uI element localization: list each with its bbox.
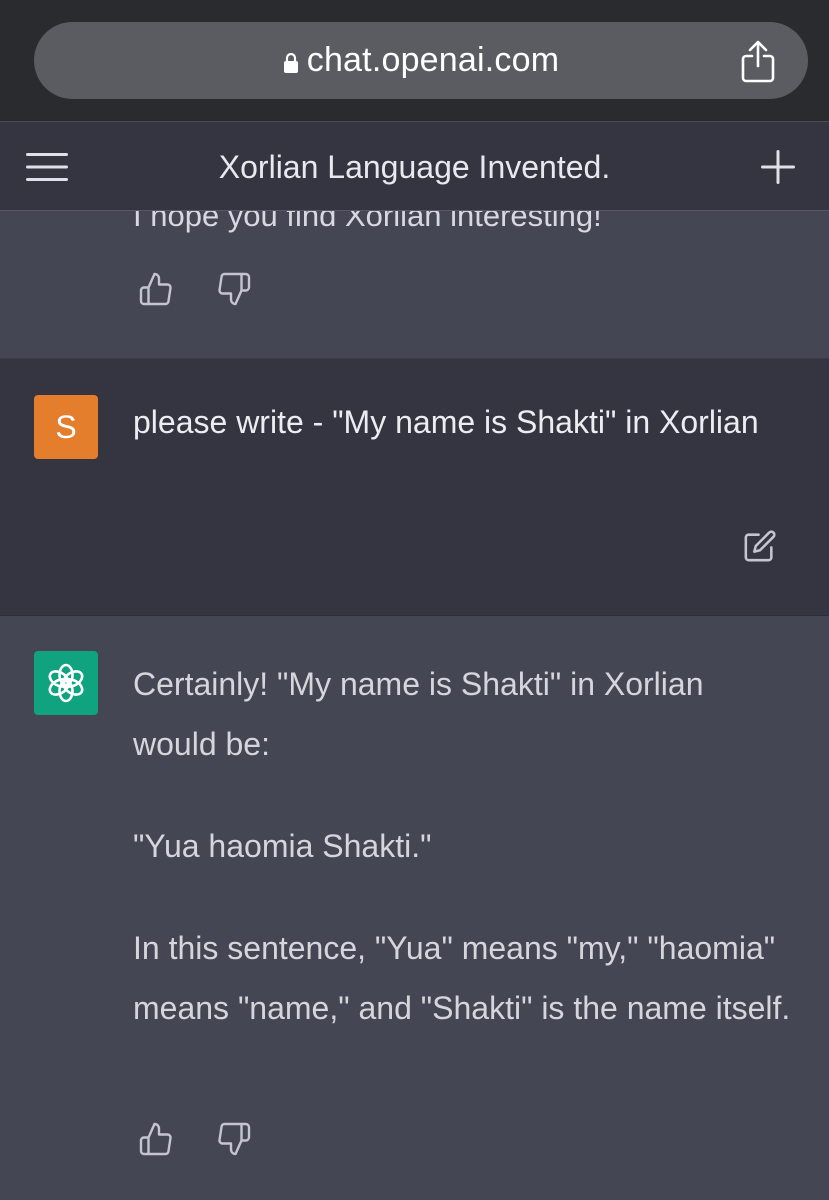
avatar <box>34 651 98 715</box>
thumbs-up-icon[interactable] <box>138 1121 174 1157</box>
message-paragraph: "Yua haomia Shakti." <box>133 828 432 864</box>
message-text: Certainly! "My name is Shakti" in Xorlia… <box>133 654 793 1080</box>
conversation-title: Xorlian Language Invented. <box>218 148 611 185</box>
thumbs-up-icon[interactable] <box>138 271 174 307</box>
edit-icon[interactable] <box>743 529 777 563</box>
chat-thread: I hope you find Xorlian interesting! S p… <box>0 211 829 1200</box>
assistant-message: Certainly! "My name is Shakti" in Xorlia… <box>0 616 829 1200</box>
thumbs-down-icon[interactable] <box>216 1121 252 1157</box>
user-message: S please write - "My name is Shakti" in … <box>0 358 829 616</box>
message-text: I hope you find Xorlian interesting! <box>133 211 602 233</box>
avatar: S <box>34 395 98 459</box>
url-text: chat.openai.com <box>306 41 560 79</box>
lock-icon <box>283 52 298 73</box>
browser-bar: chat.openai.com <box>0 0 829 121</box>
message-paragraph: In this sentence, "Yua" means "my," "hao… <box>133 930 791 1026</box>
url-display[interactable]: chat.openai.com <box>34 22 808 99</box>
app-header: Xorlian Language Invented. <box>0 121 829 211</box>
openai-logo-icon <box>48 663 84 703</box>
menu-icon[interactable] <box>26 152 68 182</box>
address-bar[interactable]: chat.openai.com <box>34 22 808 99</box>
plus-icon[interactable] <box>761 150 795 184</box>
assistant-message: I hope you find Xorlian interesting! <box>0 211 829 358</box>
thumbs-down-icon[interactable] <box>216 271 252 307</box>
feedback-row <box>138 271 252 307</box>
share-icon[interactable] <box>738 40 778 84</box>
message-text: please write - "My name is Shakti" in Xo… <box>133 404 759 440</box>
feedback-row <box>138 1121 252 1157</box>
message-paragraph: Certainly! "My name is Shakti" in Xorlia… <box>133 666 704 762</box>
